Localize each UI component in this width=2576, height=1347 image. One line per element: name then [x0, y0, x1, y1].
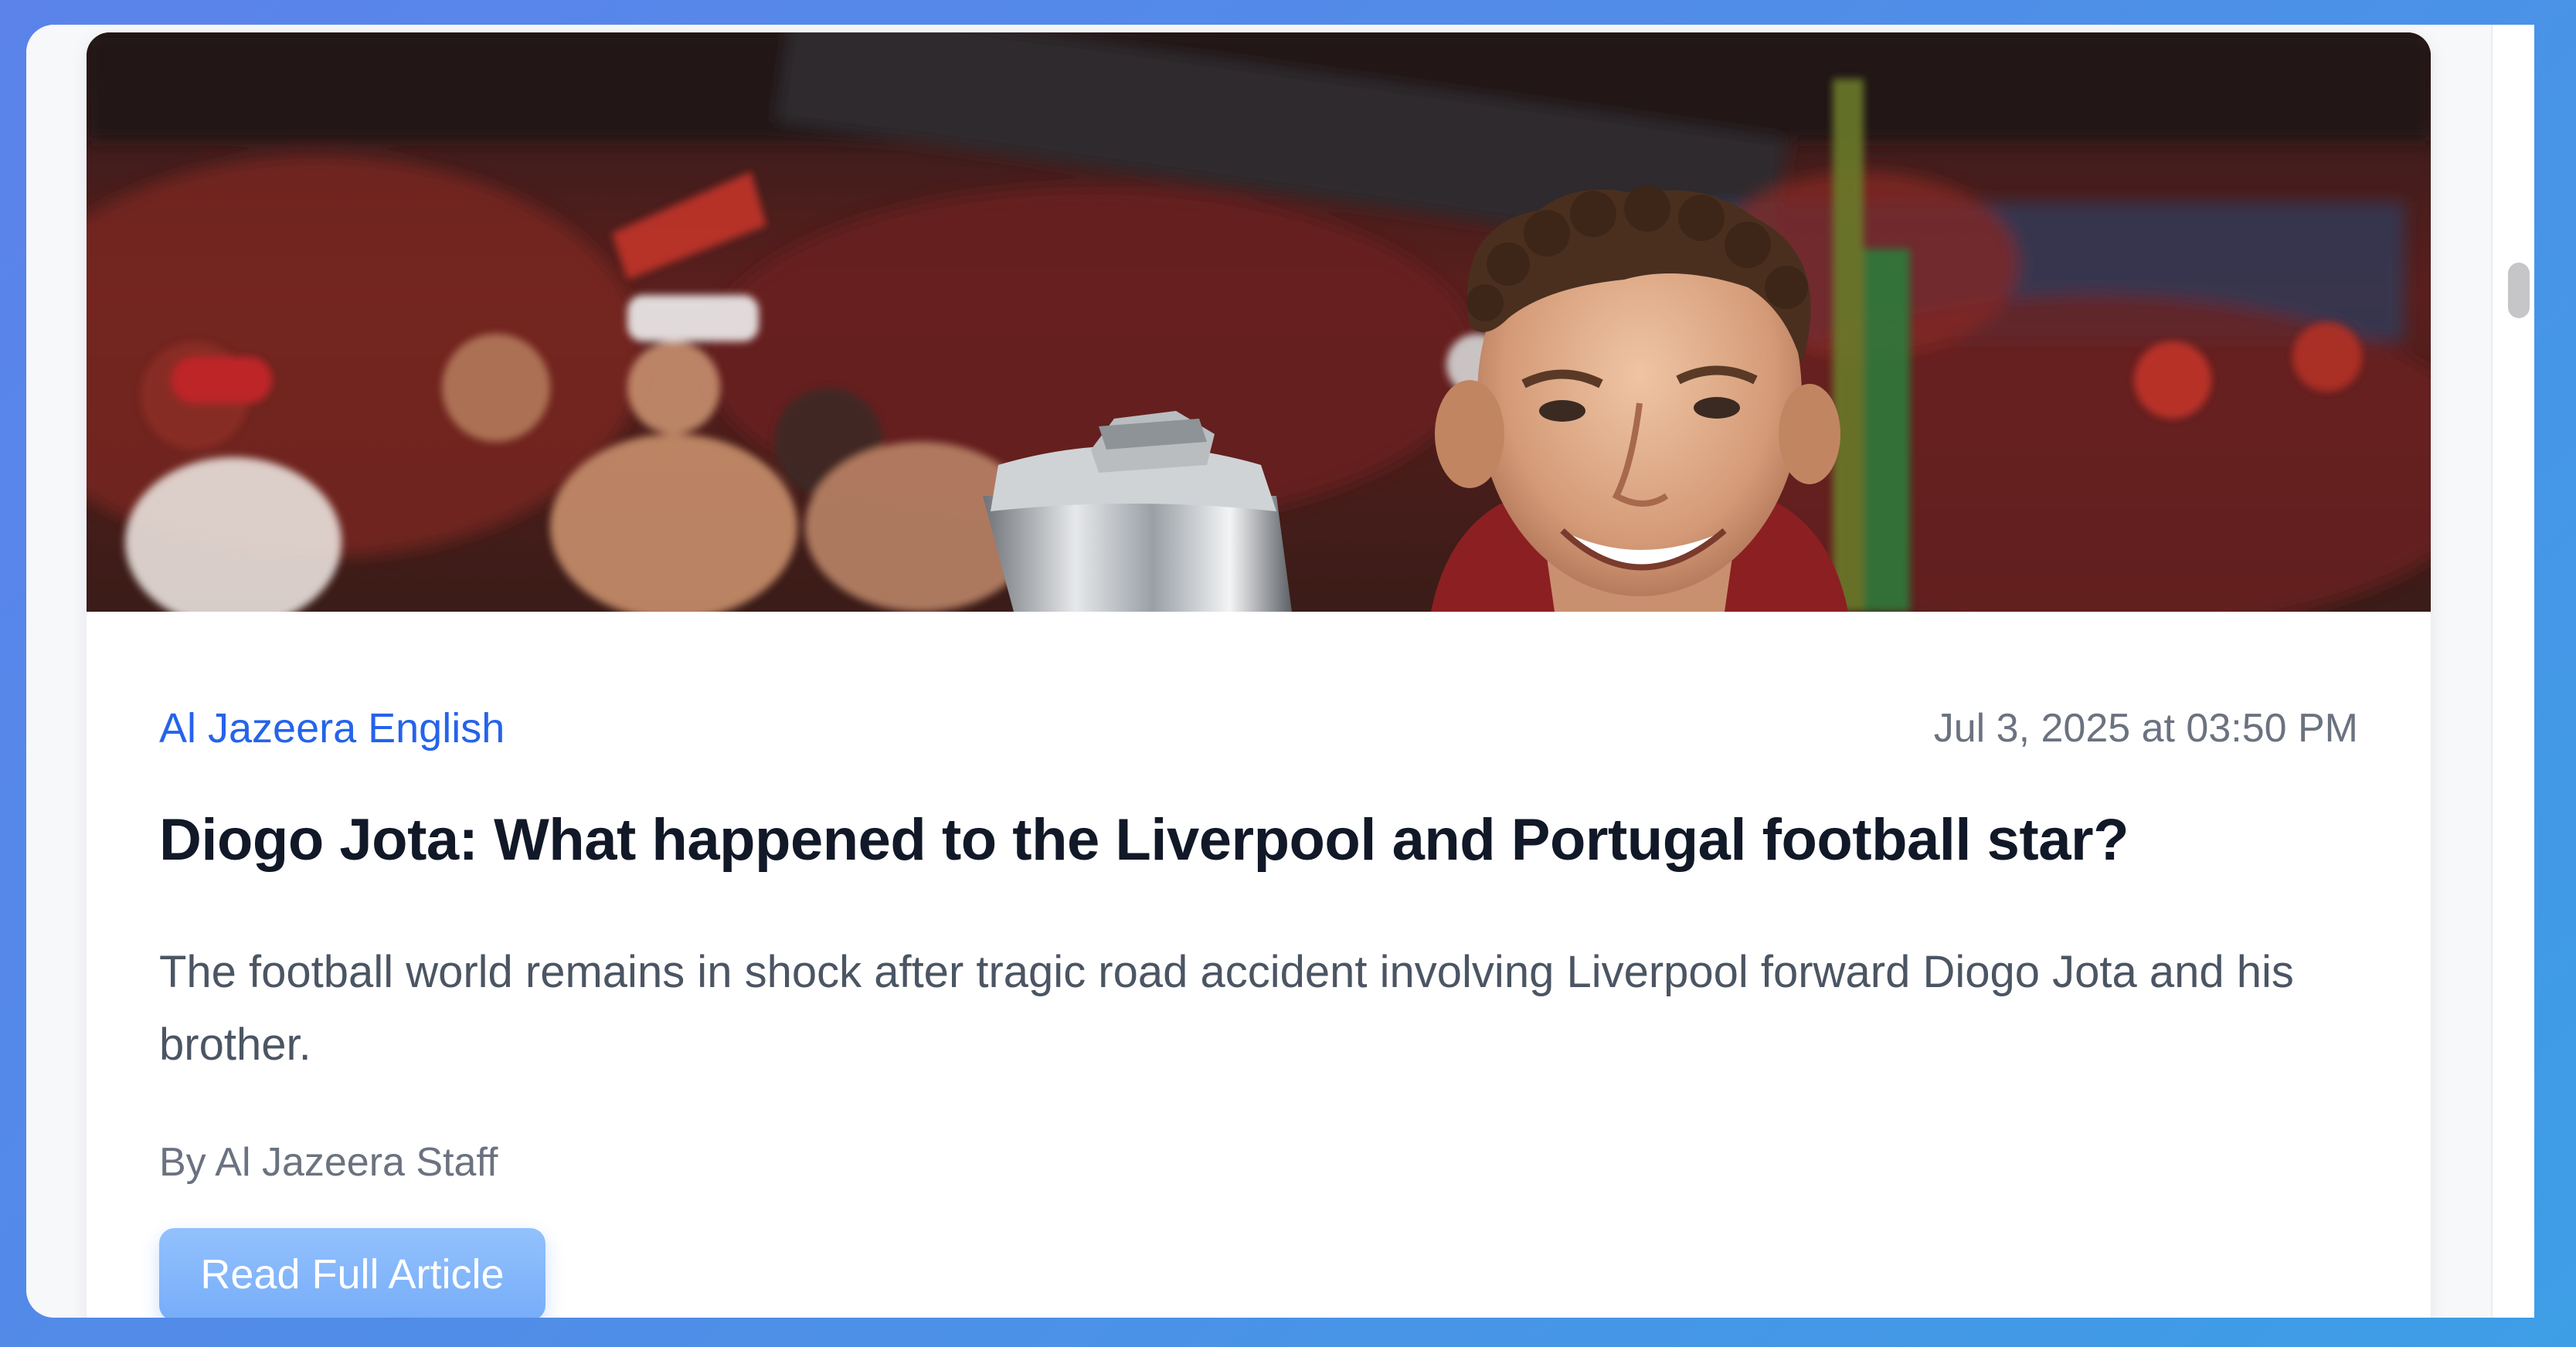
- scrollbar-thumb[interactable]: [2508, 263, 2530, 318]
- read-full-article-button[interactable]: Read Full Article: [159, 1228, 545, 1318]
- vertical-scrollbar[interactable]: [2491, 25, 2534, 1318]
- browser-window: Al Jazeera English Jul 3, 2025 at 03:50 …: [26, 25, 2534, 1318]
- content-area: Al Jazeera English Jul 3, 2025 at 03:50 …: [26, 25, 2491, 1318]
- news-card: Al Jazeera English Jul 3, 2025 at 03:50 …: [87, 32, 2431, 1318]
- meta-row: Al Jazeera English Jul 3, 2025 at 03:50 …: [159, 701, 2358, 755]
- source-link[interactable]: Al Jazeera English: [159, 701, 505, 755]
- article-summary: The football world remains in shock afte…: [159, 947, 2294, 1070]
- article-title[interactable]: Diogo Jota: What happened to the Liverpo…: [159, 803, 2358, 877]
- publish-date: Jul 3, 2025 at 03:50 PM: [1933, 706, 2358, 751]
- article-image[interactable]: [87, 32, 2431, 612]
- article-byline: By Al Jazeera Staff: [159, 1140, 498, 1185]
